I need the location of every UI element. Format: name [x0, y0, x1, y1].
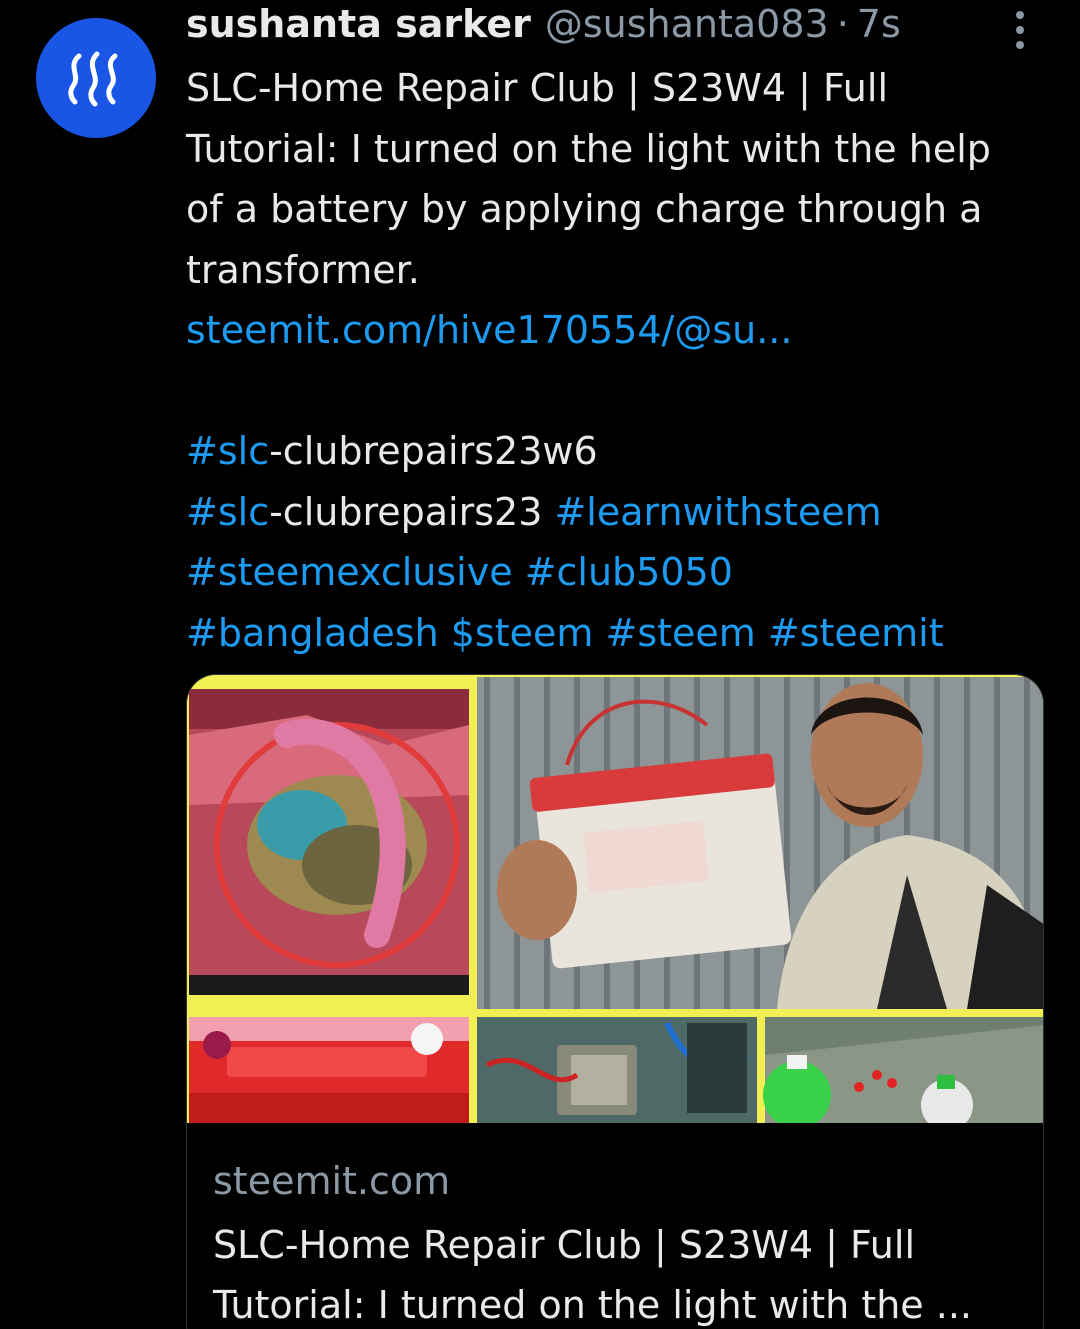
tweet-text-line: of a battery by applying charge through …: [186, 187, 983, 231]
timestamp[interactable]: 7s: [857, 2, 901, 46]
red-battery-photo: [189, 1017, 469, 1123]
hashtag-line: #steemexclusive #club5050: [186, 542, 1066, 603]
card-title-line: SLC-Home Repair Club | S23W4 | Full: [213, 1223, 915, 1267]
transformer-photo: [477, 1017, 757, 1123]
tweet-link[interactable]: steemit.com/hive170554/@su...: [186, 300, 1066, 361]
tweet-text-line: Tutorial: I turned on the light with the…: [186, 126, 991, 171]
tweet-header: sushanta sarker @sushanta083 · 7s: [186, 2, 901, 50]
hashtag-link[interactable]: #steemexclusive #club5050: [186, 550, 733, 594]
corroded-terminal-photo: [189, 689, 469, 995]
separator-dot: ·: [836, 2, 849, 46]
tweet-text-line: transformer.: [186, 247, 420, 292]
more-options-icon[interactable]: [1000, 8, 1040, 52]
hashtag-link[interactable]: #learnwithsteem: [554, 490, 881, 534]
steem-logo-icon: [68, 51, 118, 107]
hashtag-line: #bangladesh $steem #steem #steemit: [186, 603, 1066, 664]
display-name[interactable]: sushanta sarker: [186, 2, 531, 46]
card-title[interactable]: SLC-Home Repair Club | S23W4 | Full Tuto…: [213, 1215, 1023, 1329]
card-domain[interactable]: steemit.com: [213, 1159, 450, 1203]
hashtag-block: #slc-clubrepairs23w6 #slc-clubrepairs23 #…: [186, 421, 1066, 663]
card-title-line: Tutorial: I turned on the light with the…: [213, 1283, 972, 1327]
bottles-photo: [763, 1017, 1043, 1123]
user-handle[interactable]: @sushanta083: [545, 2, 829, 46]
avatar[interactable]: [36, 18, 156, 138]
hashtag-link[interactable]: #slc: [186, 490, 269, 534]
man-holding-battery-photo: [477, 677, 1043, 1009]
card-image-collage: [187, 675, 1043, 1123]
hashtag-line: #slc-clubrepairs23w6: [186, 421, 1066, 482]
hashtag-line: #slc-clubrepairs23 #learnwithsteem: [186, 482, 1066, 543]
tweet-text: SLC-Home Repair Club | S23W4 | Full Tuto…: [186, 58, 1066, 663]
hashtag-text: -clubrepairs23: [269, 489, 555, 534]
tweet[interactable]: sushanta sarker @sushanta083 · 7s SLC-Ho…: [0, 0, 1080, 1329]
hashtag-text: -clubrepairs23w6: [269, 429, 598, 473]
link-preview-card[interactable]: steemit.com SLC-Home Repair Club | S23W4…: [186, 674, 1044, 1329]
hashtag-link[interactable]: #bangladesh $steem #steem #steemit: [186, 611, 944, 655]
hashtag-link[interactable]: #slc: [186, 429, 269, 473]
tweet-text-line: SLC-Home Repair Club | S23W4 | Full: [186, 66, 888, 110]
